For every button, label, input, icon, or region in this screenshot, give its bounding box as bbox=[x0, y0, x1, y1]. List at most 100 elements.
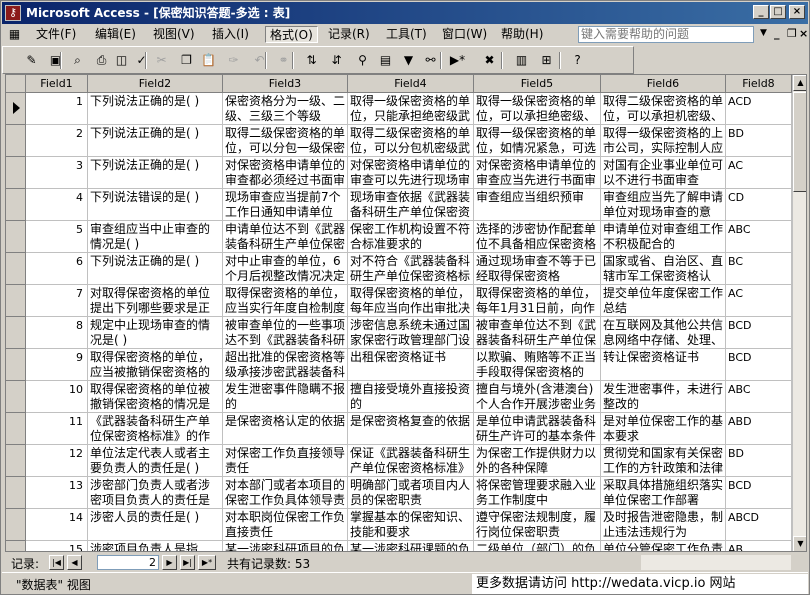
cell-field2[interactable]: 下列说法正确的是( ) bbox=[88, 125, 223, 157]
cell-field6[interactable]: 单位分管保密工作负责 bbox=[601, 541, 726, 551]
table-row[interactable]: 14 涉密人员的责任是( ) 对本职岗位保密工作负直接责任 掌握基本的保密知识、技能和… bbox=[6, 509, 792, 541]
cell-field6[interactable]: 及时报告泄密隐患，制止违法违规行为 bbox=[601, 509, 726, 541]
cell-field5[interactable]: 为保密工作提供财力以外的各种保障 bbox=[474, 445, 601, 477]
cell-field8[interactable]: ABD bbox=[726, 413, 792, 445]
sort-descending-icon[interactable]: ⇵ bbox=[328, 52, 345, 68]
cell-field2[interactable]: 下列说法正确的是( ) bbox=[88, 157, 223, 189]
table-icon[interactable]: ▦ bbox=[6, 26, 23, 42]
title-bar[interactable]: ⚷ Microsoft Access - [保密知识答题-多选 : 表] _ □… bbox=[2, 2, 808, 24]
cell-field4[interactable]: 是保密资格复查的依据 bbox=[348, 413, 474, 445]
cell-field4[interactable]: 对保密资格申请单位的审查可以先进行现场审 bbox=[348, 157, 474, 189]
cell-field5[interactable]: 遵守保密法规制度，履行岗位保密职责 bbox=[474, 509, 601, 541]
cell-field2[interactable]: 《武器装备科研生产单位保密资格标准》的作 bbox=[88, 413, 223, 445]
cell-field4[interactable]: 取得保密资格的单位，每年应当向作出审批决 bbox=[348, 285, 474, 317]
record-selector[interactable] bbox=[6, 157, 26, 189]
cell-field8[interactable]: AB bbox=[726, 541, 792, 551]
cell-field1[interactable]: 8 bbox=[26, 317, 88, 349]
cell-field5[interactable]: 审查组应当组织预审 bbox=[474, 189, 601, 221]
vertical-scrollbar[interactable]: ▲ ▼ bbox=[792, 75, 806, 551]
table-row[interactable]: 2 下列说法正确的是( ) 取得二级保密资格的单位，可以分包一级保密 取得二级保密资格… bbox=[6, 125, 792, 157]
menu-item-6[interactable]: 工具(T) bbox=[382, 26, 431, 43]
cell-field5[interactable]: 取得保密资格的单位，每年1月31日前，向作 bbox=[474, 285, 601, 317]
cell-field3[interactable]: 某一涉密科研项目的负 bbox=[223, 541, 348, 551]
cell-field6[interactable]: 贯彻党和国家有关保密工作的方针政策和法律 bbox=[601, 445, 726, 477]
menu-item-8[interactable]: 帮助(H) bbox=[497, 26, 547, 43]
database-window-icon[interactable]: ▥ bbox=[513, 52, 530, 68]
cell-field2[interactable]: 取得保密资格的单位，应当被撤销保密资格的 bbox=[88, 349, 223, 381]
scroll-thumb[interactable] bbox=[793, 92, 806, 192]
cell-field4[interactable]: 取得二级保密资格的单位，可以分包机密级武 bbox=[348, 125, 474, 157]
cell-field5[interactable]: 二级单位（部门）的负 bbox=[474, 541, 601, 551]
cell-field8[interactable]: ABCD bbox=[726, 509, 792, 541]
cell-field3[interactable]: 保密资格分为一级、二级、三级三个等级 bbox=[223, 93, 348, 125]
record-selector[interactable] bbox=[6, 221, 26, 253]
column-header-field5[interactable]: Field5 bbox=[474, 75, 601, 93]
cell-field1[interactable]: 3 bbox=[26, 157, 88, 189]
cell-field3[interactable]: 是保密资格认定的依据 bbox=[223, 413, 348, 445]
cell-field6[interactable]: 在互联网及其他公共信息网络中存储、处理、 bbox=[601, 317, 726, 349]
copy-icon[interactable]: ❐ bbox=[178, 52, 195, 68]
cell-field1[interactable]: 11 bbox=[26, 413, 88, 445]
cell-field5[interactable]: 擅自与境外(含港澳台)个人合作开展涉密业务 bbox=[474, 381, 601, 413]
cell-field1[interactable]: 6 bbox=[26, 253, 88, 285]
print-icon[interactable]: ⎙ bbox=[93, 52, 110, 68]
cell-field6[interactable]: 对国有企业事业单位可以不进行书面审查 bbox=[601, 157, 726, 189]
last-record-button[interactable]: ▶| bbox=[180, 555, 195, 570]
cell-field8[interactable]: ABC bbox=[726, 381, 792, 413]
cell-field8[interactable]: BC bbox=[726, 253, 792, 285]
cell-field3[interactable]: 对中止审查的单位，6个月后视整改情况决定 bbox=[223, 253, 348, 285]
format-painter-icon[interactable]: ✑ bbox=[225, 52, 242, 68]
cell-field8[interactable]: ABC bbox=[726, 221, 792, 253]
chevron-down-icon[interactable]: ▼ bbox=[760, 28, 767, 38]
cell-field1[interactable]: 5 bbox=[26, 221, 88, 253]
cell-field5[interactable]: 是单位申请武器装备科研生产许可的基本条件 bbox=[474, 413, 601, 445]
view-icon[interactable]: ✎ bbox=[23, 52, 40, 68]
column-header-field2[interactable]: Field2 bbox=[88, 75, 223, 93]
scroll-down-icon[interactable]: ▼ bbox=[793, 536, 806, 551]
close-button[interactable]: × bbox=[789, 5, 805, 19]
cell-field5[interactable]: 通过现场审查不等于已经取得保密资格 bbox=[474, 253, 601, 285]
cell-field4[interactable]: 保证《武器装备科研生产单位保密资格标准》 bbox=[348, 445, 474, 477]
cell-field4[interactable]: 取得一级保密资格的单位，只能承担绝密级武 bbox=[348, 93, 474, 125]
new-record-button[interactable]: ▶* bbox=[198, 555, 216, 570]
cell-field2[interactable]: 规定中止现场审查的情况是( ) bbox=[88, 317, 223, 349]
cell-field8[interactable]: AC bbox=[726, 157, 792, 189]
cell-field6[interactable]: 审查组应当先了解申请单位对现场审查的意 bbox=[601, 189, 726, 221]
cell-field6[interactable]: 是对单位保密工作的基本要求 bbox=[601, 413, 726, 445]
new-record-icon[interactable]: ▶* bbox=[449, 52, 466, 68]
help-icon[interactable]: ? bbox=[569, 52, 586, 68]
print-preview-icon[interactable]: ◫ bbox=[113, 52, 130, 68]
cell-field4[interactable]: 擅自接受境外直接投资的 bbox=[348, 381, 474, 413]
record-selector[interactable] bbox=[6, 189, 26, 221]
apply-filter-icon[interactable]: ▼ bbox=[400, 52, 417, 68]
table-row[interactable]: 7 对取得保密资格的单位提出下列哪些要求是正 取得保密资格的单位，应当实行年度自检制… bbox=[6, 285, 792, 317]
cell-field6[interactable]: 取得一级保密资格的上市公司，实际控制人应 bbox=[601, 125, 726, 157]
sort-ascending-icon[interactable]: ⇅ bbox=[303, 52, 320, 68]
cell-field1[interactable]: 13 bbox=[26, 477, 88, 509]
cell-field4[interactable]: 掌握基本的保密知识、技能和要求 bbox=[348, 509, 474, 541]
record-selector[interactable] bbox=[6, 413, 26, 445]
cell-field8[interactable]: BD bbox=[726, 125, 792, 157]
cell-field8[interactable]: ACD bbox=[726, 93, 792, 125]
record-selector[interactable] bbox=[6, 317, 26, 349]
filter-by-form-icon[interactable]: ▤ bbox=[377, 52, 394, 68]
cell-field4[interactable]: 现场审查依据《武器装备科研生产单位保密资 bbox=[348, 189, 474, 221]
search-file-icon[interactable]: ⌕ bbox=[69, 52, 86, 68]
cell-field5[interactable]: 将保密管理要求融入业务工作制度中 bbox=[474, 477, 601, 509]
cell-field3[interactable]: 超出批准的保密资格等级承接涉密武器装备科 bbox=[223, 349, 348, 381]
cell-field3[interactable]: 对本部门或者本项目的保密工作负具体领导责 bbox=[223, 477, 348, 509]
menu-item-5[interactable]: 记录(R) bbox=[324, 26, 374, 43]
new-object-icon[interactable]: ⊞ bbox=[538, 52, 555, 68]
minimize-button[interactable]: _ bbox=[753, 5, 769, 19]
cell-field4[interactable]: 明确部门或者项目内人员的保密职责 bbox=[348, 477, 474, 509]
record-selector[interactable] bbox=[6, 93, 26, 125]
table-row[interactable]: 9 取得保密资格的单位，应当被撤销保密资格的 超出批准的保密资格等级承接涉密武器装备… bbox=[6, 349, 792, 381]
cell-field1[interactable]: 7 bbox=[26, 285, 88, 317]
record-number-input[interactable]: 2 bbox=[97, 555, 159, 570]
menu-item-1[interactable]: 编辑(E) bbox=[91, 26, 140, 43]
cell-field3[interactable]: 发生泄密事件隐瞒不报的 bbox=[223, 381, 348, 413]
cell-field6[interactable]: 发生泄密事件，未进行整改的 bbox=[601, 381, 726, 413]
cell-field2[interactable]: 下列说法正确的是( ) bbox=[88, 253, 223, 285]
cell-field3[interactable]: 对保密资格申请单位的审查都必须经过书面审 bbox=[223, 157, 348, 189]
cell-field5[interactable]: 以欺骗、贿赂等不正当手段取得保密资格的 bbox=[474, 349, 601, 381]
